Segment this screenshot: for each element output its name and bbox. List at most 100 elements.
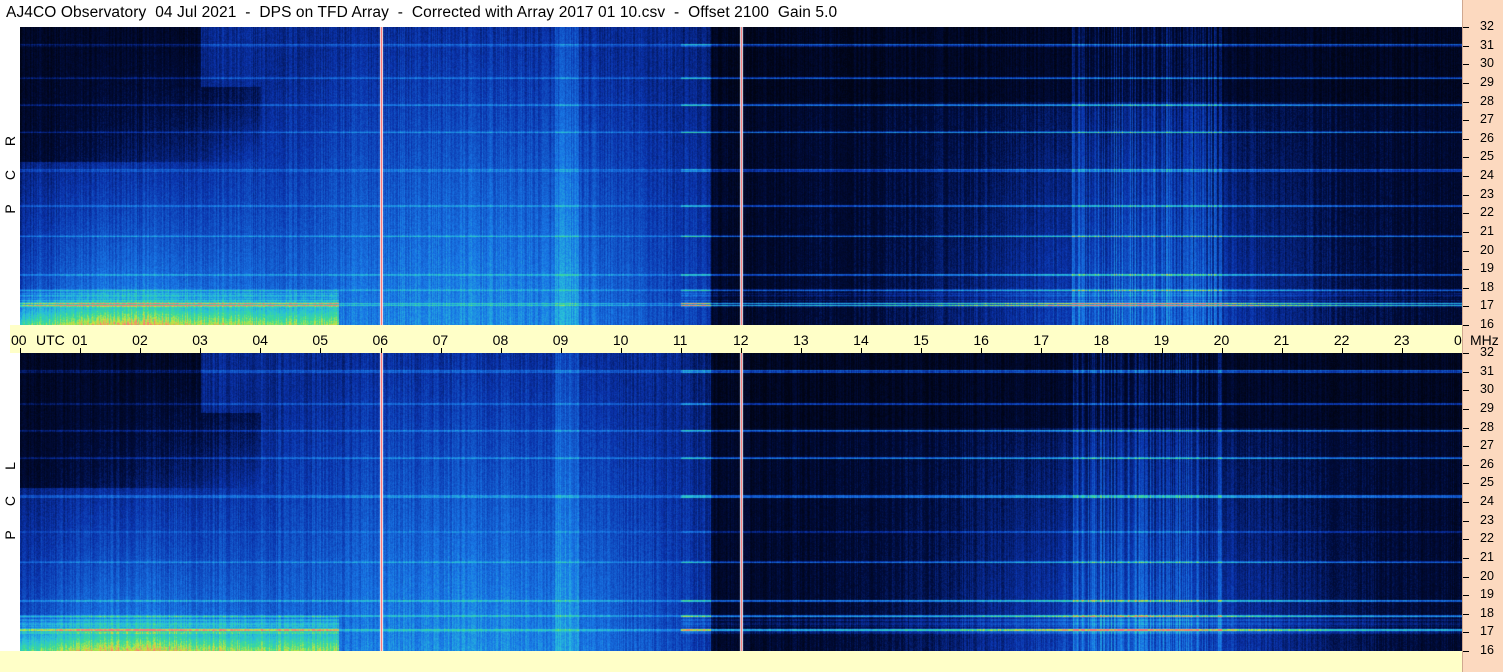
freq-tick-mark — [1463, 520, 1469, 522]
freq-tick-mark — [1463, 231, 1469, 233]
freq-tick-label: 29 — [1480, 400, 1494, 415]
freq-tick-label: 30 — [1480, 56, 1494, 71]
freq-tick-mark — [1463, 502, 1469, 503]
freq-tick-label: 24 — [1480, 168, 1494, 182]
time-tick-label: 22 — [1333, 332, 1350, 348]
freq-tick-mark — [1463, 82, 1469, 84]
freq-tick-label: 28 — [1480, 93, 1494, 108]
time-tick-label: 10 — [612, 332, 629, 348]
freq-tick-mark — [1463, 176, 1469, 177]
lcp-letter-c: C — [2, 495, 18, 507]
freq-tick-label: 24 — [1480, 494, 1494, 508]
freq-tick-mark — [1463, 138, 1469, 140]
freq-tick-mark — [1463, 390, 1469, 392]
freq-tick-label: 26 — [1480, 130, 1494, 145]
freq-tick-mark — [1463, 371, 1469, 373]
freq-tick-mark — [1463, 250, 1469, 252]
time-tick-label: 07 — [432, 332, 449, 348]
time-tick-label: 09 — [552, 332, 569, 348]
freq-tick-label: 19 — [1480, 587, 1494, 602]
freq-tick-mark — [1463, 427, 1469, 429]
freq-tick-mark — [1463, 64, 1469, 66]
freq-tick-label: 23 — [1480, 512, 1494, 527]
freq-tick-label: 18 — [1480, 605, 1494, 620]
freq-tick-mark — [1463, 325, 1469, 326]
freq-tick-mark — [1463, 120, 1469, 122]
time-tick-label: 12 — [733, 332, 749, 348]
time-tick-label: 06 — [372, 332, 389, 348]
rcp-letter-r: R — [2, 135, 18, 147]
time-tick-label: 05 — [312, 332, 328, 348]
freq-tick-label: 20 — [1480, 568, 1494, 583]
freq-tick-label: 29 — [1480, 74, 1494, 89]
time-tick-label: 01 — [72, 332, 88, 348]
freq-tick-label: 32 — [1480, 19, 1494, 33]
chart-title: AJ4CO Observatory 04 Jul 2021 - DPS on T… — [6, 4, 838, 21]
time-tick-label: 16 — [973, 332, 989, 348]
freq-tick-mark — [1463, 287, 1469, 289]
freq-tick-mark — [1463, 576, 1469, 578]
freq-tick-mark — [1463, 157, 1469, 159]
freq-tick-mark — [1463, 269, 1469, 271]
freq-tick-mark — [1463, 306, 1469, 308]
spectrogram-rcp-canvas — [20, 27, 1462, 325]
freq-tick-label: 21 — [1480, 549, 1494, 564]
time-tick-label: 15 — [913, 332, 929, 348]
freq-tick-label: 30 — [1480, 382, 1494, 397]
utc-unit-label: UTC — [36, 332, 65, 348]
freq-tick-label: 26 — [1480, 456, 1494, 471]
freq-tick-mark — [1463, 483, 1469, 485]
freq-tick-mark — [1463, 446, 1469, 448]
freq-tick-label: 17 — [1480, 298, 1494, 313]
freq-tick-mark — [1463, 613, 1469, 615]
time-tick-label: 17 — [1033, 332, 1049, 348]
freq-tick-label: 25 — [1480, 475, 1494, 490]
freq-tick-label: 18 — [1480, 279, 1494, 294]
freq-tick-mark — [1463, 595, 1469, 597]
time-tick-label: 13 — [793, 332, 809, 348]
freq-tick-mark — [1463, 353, 1469, 354]
freq-tick-label: 17 — [1480, 624, 1494, 639]
freq-tick-mark — [1463, 539, 1469, 541]
freq-tick-label: 25 — [1480, 149, 1494, 164]
time-axis: 00 01 02 03 04 05 06 07 08 09 10 11 12 13 14 15 16 17 18 19… — [10, 325, 1470, 353]
lcp-letter-l: L — [2, 462, 18, 470]
spectrogram-rcp — [20, 27, 1462, 325]
freq-tick-label: 16 — [1480, 643, 1494, 657]
time-tick-label: 19 — [1153, 332, 1170, 348]
spectrogram-lcp-canvas — [20, 353, 1462, 651]
freq-tick-label: 28 — [1480, 419, 1494, 434]
freq-tick-mark — [1463, 632, 1469, 634]
time-tick-label: 23 — [1393, 332, 1410, 348]
time-tick-label: 08 — [492, 332, 509, 348]
freq-tick-label: 23 — [1480, 186, 1494, 201]
freq-tick-mark — [1463, 213, 1469, 215]
time-tick-label: 20 — [1213, 332, 1230, 348]
time-tick-label: 11 — [672, 332, 688, 348]
freq-tick-mark — [1463, 45, 1469, 47]
bottom-strip — [0, 651, 1462, 672]
freq-tick-label: 19 — [1480, 261, 1494, 276]
mhz-unit-label: MHz — [1470, 332, 1499, 348]
freq-tick-label: 31 — [1480, 363, 1494, 378]
freq-tick-mark — [1463, 194, 1469, 196]
title-bar: AJ4CO Observatory 04 Jul 2021 - DPS on T… — [0, 0, 1462, 27]
freq-tick-label: 22 — [1480, 531, 1494, 546]
time-tick-label: 14 — [853, 332, 869, 348]
freq-tick-label: 31 — [1480, 37, 1494, 52]
rcp-letter-p: P — [2, 204, 18, 214]
freq-tick-mark — [1463, 408, 1469, 410]
time-tick-label: 18 — [1093, 332, 1110, 348]
freq-tick-mark — [1463, 464, 1469, 466]
freq-tick-label: 20 — [1480, 242, 1494, 257]
freq-tick-label: 27 — [1480, 112, 1494, 127]
freq-tick-label: 22 — [1480, 205, 1494, 220]
time-tick-label: 03 — [192, 332, 208, 348]
freq-tick-mark — [1463, 651, 1469, 652]
lcp-letter-p: P — [2, 530, 18, 540]
rcp-letter-c: C — [2, 169, 18, 181]
freq-tick-label: 27 — [1480, 438, 1494, 453]
time-tick-label: 04 — [252, 332, 268, 348]
freq-tick-label: 21 — [1480, 223, 1494, 238]
time-tick-label: 21 — [1273, 332, 1290, 348]
